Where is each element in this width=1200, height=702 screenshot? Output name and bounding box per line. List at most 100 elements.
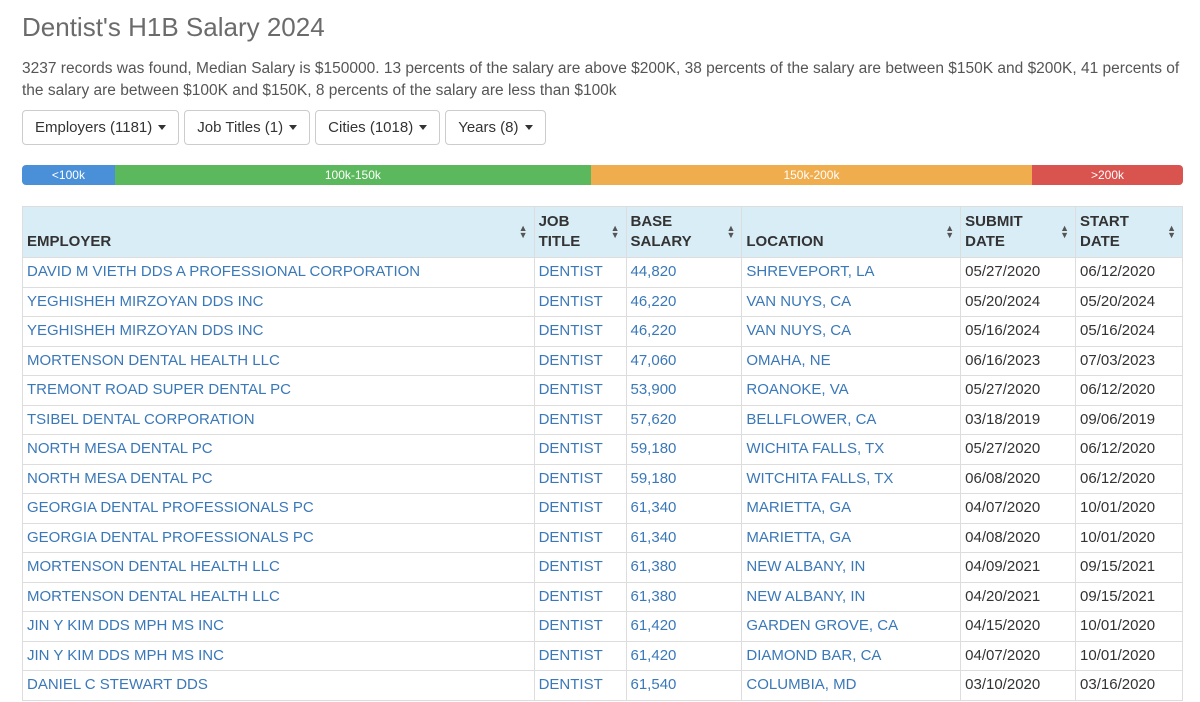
start-date-cell: 05/20/2024 [1075,286,1183,317]
job-title-link[interactable]: DENTIST [533,463,627,494]
employer-link[interactable]: JIN Y KIM DDS MPH MS INC [22,611,535,642]
salary-link[interactable]: 61,540 [625,670,743,701]
employer-link[interactable]: MORTENSON DENTAL HEALTH LLC [22,345,535,376]
location-link[interactable]: COLUMBIA, MD [741,670,962,701]
submit-date-cell: 04/08/2020 [960,522,1077,553]
salary-link[interactable]: 61,420 [625,611,743,642]
salary-link[interactable]: 59,180 [625,434,743,465]
submit-date-cell: 05/27/2020 [960,375,1077,406]
start-date-header-label: START DATE [1080,213,1129,250]
range-segment-over-200k[interactable]: >200k [1032,165,1183,185]
employer-link[interactable]: YEGHISHEH MIRZOYAN DDS INC [22,316,535,347]
base-salary-column-header[interactable]: BASE SALARY ▲ ▼ [625,206,743,258]
job-title-link[interactable]: DENTIST [533,375,627,406]
location-link[interactable]: VAN NUYS, CA [741,286,962,317]
start-date-cell: 10/01/2020 [1075,640,1183,671]
table-row: MORTENSON DENTAL HEALTH LLC DENTIST 61,380… [22,552,1183,583]
employer-link[interactable]: DAVID M VIETH DDS A PROFESSIONAL CORPORA… [22,257,535,288]
sort-icon: ▲ ▼ [518,223,528,240]
job-title-link[interactable]: DENTIST [533,404,627,435]
location-link[interactable]: VAN NUYS, CA [741,316,962,347]
employer-link[interactable]: DANIEL C STEWART DDS [22,670,535,701]
location-link[interactable]: GARDEN GROVE, CA [741,611,962,642]
location-link[interactable]: MARIETTA, GA [741,493,962,524]
job-title-link[interactable]: DENTIST [533,552,627,583]
salary-link[interactable]: 46,220 [625,286,743,317]
employer-link[interactable]: NORTH MESA DENTAL PC [22,463,535,494]
job-title-link[interactable]: DENTIST [533,581,627,612]
location-link[interactable]: MARIETTA, GA [741,522,962,553]
salary-link[interactable]: 47,060 [625,345,743,376]
employer-link[interactable]: MORTENSON DENTAL HEALTH LLC [22,552,535,583]
location-link[interactable]: NEW ALBANY, IN [741,552,962,583]
caret-down-icon [289,125,298,130]
job-title-link[interactable]: DENTIST [533,345,627,376]
submit-date-cell: 04/09/2021 [960,552,1077,583]
salary-summary: 3237 records was found, Median Salary is… [22,60,1180,99]
job-title-link[interactable]: DENTIST [533,522,627,553]
employer-link[interactable]: TSIBEL DENTAL CORPORATION [22,404,535,435]
cities-filter-button[interactable]: Cities (1018) [315,110,441,145]
table-body: DAVID M VIETH DDS A PROFESSIONAL CORPORA… [22,257,1183,701]
employer-link[interactable]: GEORGIA DENTAL PROFESSIONALS PC [22,522,535,553]
employer-column-header[interactable]: EMPLOYER ▲ ▼ [22,206,535,258]
salary-link[interactable]: 61,420 [625,640,743,671]
submit-date-header-label: SUBMIT DATE [965,213,1023,250]
job-titles-filter-button[interactable]: Job Titles (1) [184,110,311,145]
years-filter-button[interactable]: Years (8) [445,110,546,145]
employer-link[interactable]: JIN Y KIM DDS MPH MS INC [22,640,535,671]
table-row: TREMONT ROAD SUPER DENTAL PC DENTIST 53,90… [22,375,1183,406]
salary-link[interactable]: 53,900 [625,375,743,406]
caret-down-icon [524,125,533,130]
employer-link[interactable]: YEGHISHEH MIRZOYAN DDS INC [22,286,535,317]
submit-date-column-header[interactable]: SUBMIT DATE ▲ ▼ [960,206,1077,258]
location-column-header[interactable]: LOCATION ▲ ▼ [741,206,962,258]
range-segment-100k-150k[interactable]: 100k-150k [114,165,591,185]
range-segment-under-100k[interactable]: <100k [22,165,115,185]
table-row: NORTH MESA DENTAL PC DENTIST 59,180 WITCHIT… [22,463,1183,494]
submit-date-cell: 05/20/2024 [960,286,1077,317]
job-title-column-header[interactable]: JOB TITLE ▲ ▼ [533,206,627,258]
employer-link[interactable]: TREMONT ROAD SUPER DENTAL PC [22,375,535,406]
salary-link[interactable]: 46,220 [625,316,743,347]
salary-link[interactable]: 61,380 [625,552,743,583]
employer-link[interactable]: MORTENSON DENTAL HEALTH LLC [22,581,535,612]
employer-link[interactable]: NORTH MESA DENTAL PC [22,434,535,465]
location-link[interactable]: NEW ALBANY, IN [741,581,962,612]
job-title-link[interactable]: DENTIST [533,316,627,347]
location-link[interactable]: WITCHITA FALLS, TX [741,463,962,494]
job-title-link[interactable]: DENTIST [533,286,627,317]
job-title-link[interactable]: DENTIST [533,434,627,465]
table-row: MORTENSON DENTAL HEALTH LLC DENTIST 47,060… [22,345,1183,376]
start-date-cell: 09/06/2019 [1075,404,1183,435]
location-link[interactable]: BELLFLOWER, CA [741,404,962,435]
salary-link[interactable]: 44,820 [625,257,743,288]
job-title-link[interactable]: DENTIST [533,670,627,701]
location-link[interactable]: OMAHA, NE [741,345,962,376]
location-link[interactable]: ROANOKE, VA [741,375,962,406]
employers-filter-button[interactable]: Employers (1181) [22,110,180,145]
start-date-cell: 03/16/2020 [1075,670,1183,701]
job-title-link[interactable]: DENTIST [533,257,627,288]
salary-link[interactable]: 61,340 [625,493,743,524]
location-link[interactable]: WICHITA FALLS, TX [741,434,962,465]
page: Dentist's H1B Salary 2024 3237 records w… [0,0,1200,702]
range-segment-150k-200k[interactable]: 150k-200k [590,165,1033,185]
table-header-row: EMPLOYER ▲ ▼ JOB TITLE ▲ ▼ BASE SALARY ▲ ▼ … [22,206,1183,258]
table-row: DANIEL C STEWART DDS DENTIST 61,540 COLUMBI… [22,670,1183,701]
location-link[interactable]: SHREVEPORT, LA [741,257,962,288]
table-row: GEORGIA DENTAL PROFESSIONALS PC DENTIST 61… [22,522,1183,553]
salary-link[interactable]: 61,340 [625,522,743,553]
job-title-link[interactable]: DENTIST [533,611,627,642]
job-title-link[interactable]: DENTIST [533,493,627,524]
location-link[interactable]: DIAMOND BAR, CA [741,640,962,671]
job-title-link[interactable]: DENTIST [533,640,627,671]
employer-link[interactable]: GEORGIA DENTAL PROFESSIONALS PC [22,493,535,524]
salary-link[interactable]: 59,180 [625,463,743,494]
salary-range-bar: <100k 100k-150k 150k-200k >200k [22,165,1183,185]
start-date-column-header[interactable]: START DATE ▲ ▼ [1075,206,1183,258]
salary-link[interactable]: 57,620 [625,404,743,435]
start-date-cell: 10/01/2020 [1075,493,1183,524]
cities-filter-label: Cities (1018) [328,119,414,136]
salary-link[interactable]: 61,380 [625,581,743,612]
